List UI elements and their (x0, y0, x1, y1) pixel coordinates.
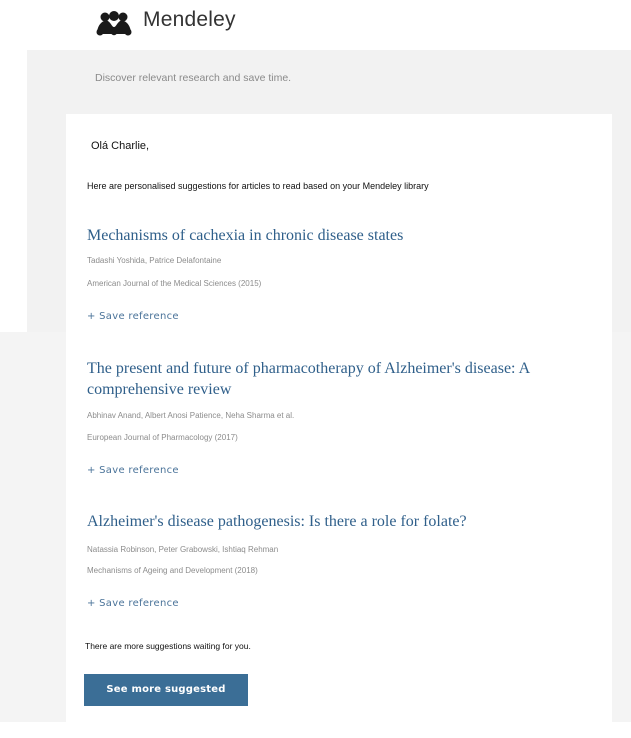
article-authors: Abhinav Anand, Albert Anosi Patience, Ne… (87, 411, 295, 420)
article-source: American Journal of the Medical Sciences… (87, 279, 262, 288)
mendeley-logo-icon (96, 11, 132, 36)
see-more-articles-button[interactable]: See more suggested articles (84, 674, 248, 727)
more-suggestions-text: There are more suggestions waiting for y… (85, 641, 251, 651)
article-title[interactable]: Alzheimer's disease pathogenesis: Is the… (87, 511, 597, 532)
article-title[interactable]: Mechanisms of cachexia in chronic diseas… (87, 225, 597, 246)
article-authors: Natassia Robinson, Peter Grabowski, Isht… (87, 545, 279, 554)
tagline: Discover relevant research and save time… (95, 72, 292, 84)
save-reference-link[interactable]: + Save reference (87, 465, 179, 476)
article-source: European Journal of Pharmacology (2017) (87, 433, 238, 442)
article-title[interactable]: The present and future of pharmacotherap… (87, 358, 597, 400)
greeting: Olá Charlie, (91, 140, 150, 152)
intro-text: Here are personalised suggestions for ar… (87, 181, 429, 191)
article-authors: Tadashi Yoshida, Patrice Delafontaine (87, 256, 222, 265)
header: Mendeley (0, 0, 631, 48)
article-source: Mechanisms of Ageing and Development (20… (87, 566, 258, 575)
save-reference-link[interactable]: + Save reference (87, 311, 179, 322)
save-reference-link[interactable]: + Save reference (87, 598, 179, 609)
brand-name: Mendeley (143, 8, 236, 31)
